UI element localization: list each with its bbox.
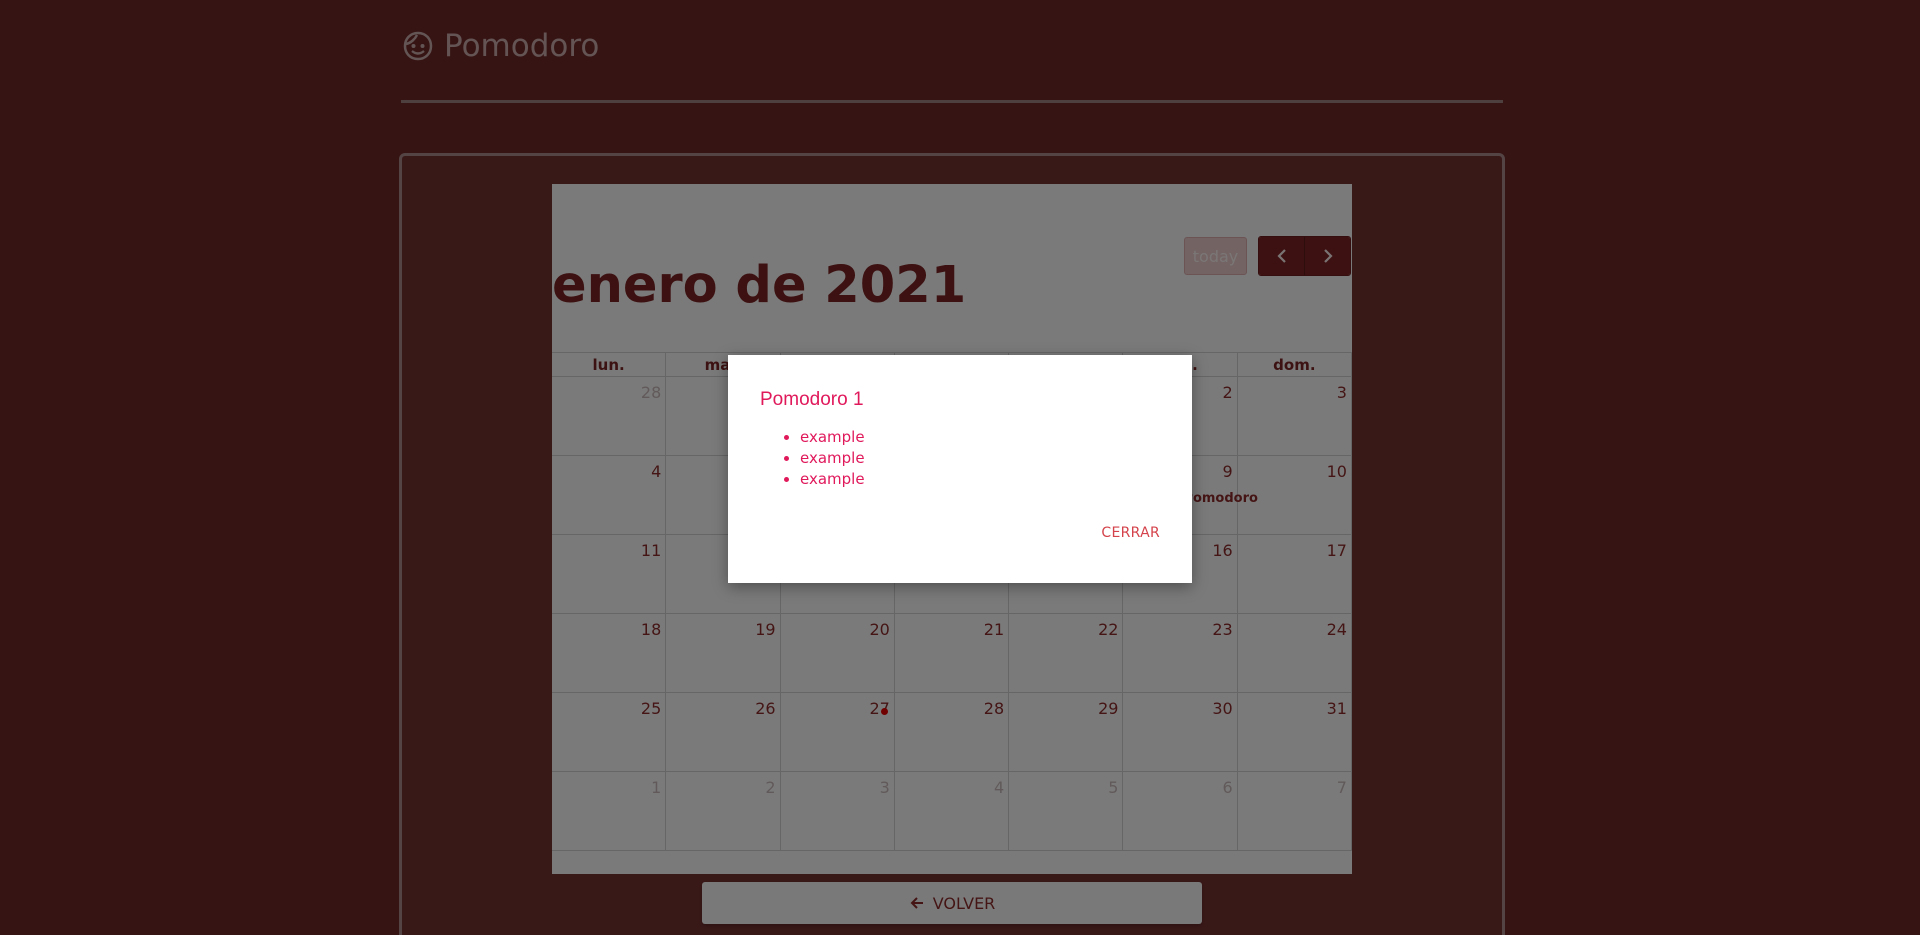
close-button[interactable]: CERRAR xyxy=(1101,525,1160,541)
list-item: example xyxy=(800,469,1160,490)
list-item: example xyxy=(800,448,1160,469)
dialog-title: Pomodoro 1 xyxy=(760,389,864,410)
list-item: example xyxy=(800,427,1160,448)
event-dialog: Pomodoro 1 example example example CERRA… xyxy=(728,355,1192,583)
dialog-list: example example example xyxy=(800,427,1160,490)
